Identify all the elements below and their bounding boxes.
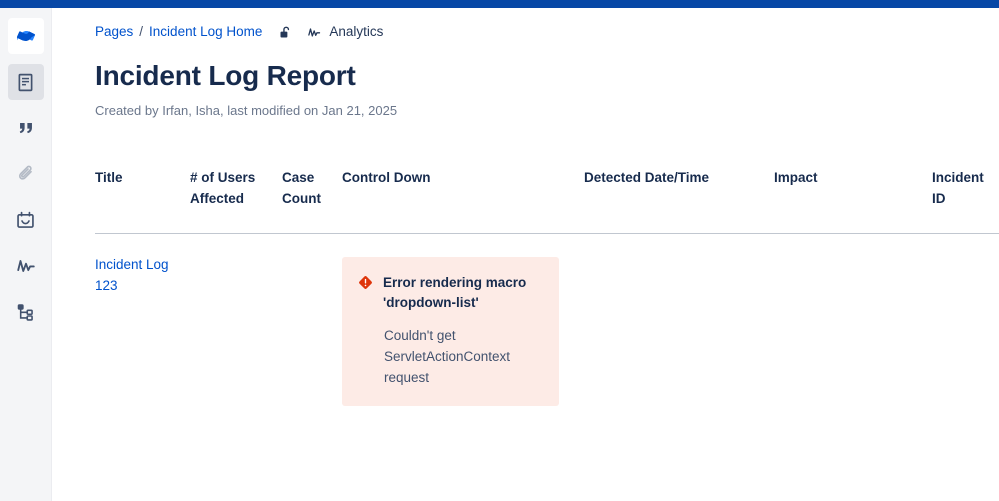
sidebar-item-calendars[interactable] [8, 202, 44, 238]
page-tree-icon [15, 302, 36, 323]
sidebar-item-blog[interactable] [8, 110, 44, 146]
macro-error-title: Error rendering macro 'dropdown-list' [383, 275, 527, 310]
page-content: Pages / Incident Log Home Analytics Inci… [52, 8, 999, 501]
analytics-pulse-icon [15, 255, 37, 277]
macro-error-box: Error rendering macro 'dropdown-list' Co… [342, 257, 559, 406]
cell-impact [774, 234, 932, 407]
incident-log-table: Title # of Users Affected Case Count Con… [95, 167, 999, 406]
cell-control-down: Error rendering macro 'dropdown-list' Co… [342, 234, 584, 406]
column-header-case-count[interactable]: Case Count [282, 167, 342, 234]
confluence-page: Pages / Incident Log Home Analytics Inci… [0, 0, 999, 501]
column-header-users-affected[interactable]: # of Users Affected [190, 167, 282, 234]
incident-log-link[interactable]: Incident Log 123 [95, 257, 169, 293]
calendar-icon [15, 210, 36, 231]
cell-title: Incident Log 123 [95, 234, 190, 407]
unlocked-padlock-icon[interactable] [278, 24, 293, 41]
quote-icon [15, 117, 37, 139]
breadcrumb-separator: / [139, 24, 144, 39]
cell-detected-date-time [584, 234, 774, 407]
sidebar-icon-rail [0, 8, 52, 501]
breadcrumb: Pages / Incident Log Home Analytics [95, 22, 999, 42]
table-row: Incident Log 123 Error rendering macro '… [95, 234, 999, 407]
column-header-incident-id[interactable]: Incident ID [932, 167, 999, 234]
page-document-icon [15, 72, 36, 93]
confluence-logo-icon [14, 24, 38, 48]
sidebar-item-confluence-logo[interactable] [7, 18, 44, 54]
column-header-title[interactable]: Title [95, 167, 190, 234]
breadcrumb-item-pages[interactable]: Pages [95, 22, 133, 42]
cell-case-count [282, 234, 342, 407]
sidebar-item-pages[interactable] [7, 64, 44, 100]
paperclip-icon [15, 163, 37, 185]
macro-error-header: Error rendering macro 'dropdown-list' [358, 273, 541, 313]
column-header-detected-date-time[interactable]: Detected Date/Time [584, 167, 774, 234]
macro-error-message: Couldn't get ServletActionContext reques… [384, 328, 511, 385]
table-header-row: Title # of Users Affected Case Count Con… [95, 167, 999, 234]
breadcrumb-actions: Analytics [278, 22, 383, 42]
analytics-label: Analytics [329, 24, 384, 39]
analytics-pulse-icon [306, 25, 323, 40]
page-metadata: Created by Irfan, Isha, last modified on… [95, 103, 398, 118]
table-body: Incident Log 123 Error rendering macro '… [95, 234, 999, 407]
analytics-button[interactable]: Analytics [306, 22, 383, 42]
column-header-impact[interactable]: Impact [774, 167, 932, 234]
top-accent-bar [0, 0, 999, 8]
table-header: Title # of Users Affected Case Count Con… [95, 167, 999, 234]
sidebar-item-page-tree[interactable] [8, 294, 44, 330]
page-title: Incident Log Report [95, 60, 356, 91]
sidebar-item-attachments[interactable] [8, 156, 44, 192]
cell-users-affected [190, 234, 282, 407]
cell-incident-id [932, 234, 999, 407]
column-header-control-down[interactable]: Control Down [342, 167, 584, 234]
error-diamond-icon [358, 275, 373, 296]
sidebar-item-analytics[interactable] [8, 248, 44, 284]
breadcrumb-item-incident-log-home[interactable]: Incident Log Home [149, 22, 262, 42]
